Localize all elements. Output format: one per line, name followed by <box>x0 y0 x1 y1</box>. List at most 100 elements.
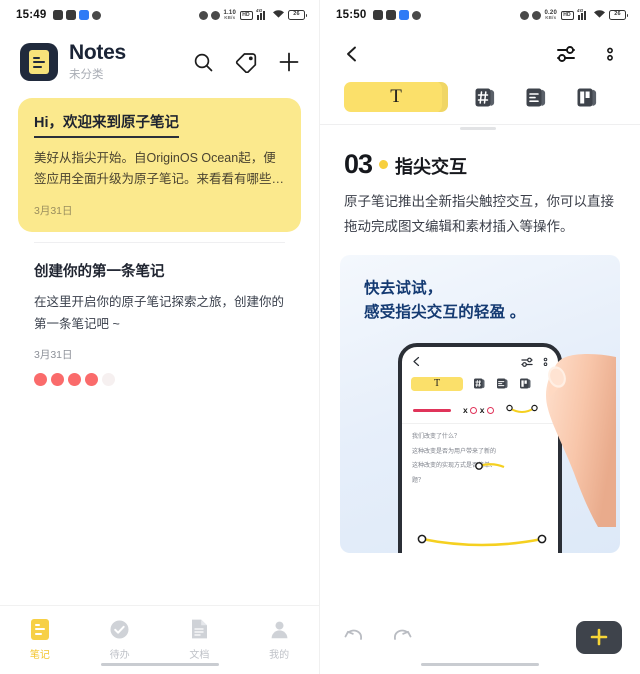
mockup-format-bar: T <box>402 373 558 397</box>
note-card-welcome[interactable]: Hi，欢迎来到原子笔记 美好从指尖开始。自OriginOS Ocean起，便签应… <box>18 98 301 232</box>
note-body: 在这里开启你的原子笔记探索之旅，创建你的第一条笔记吧 ~ <box>34 295 285 331</box>
dot-icon <box>92 10 102 20</box>
section-number: 03 <box>344 149 373 179</box>
add-content-button[interactable] <box>576 620 622 654</box>
page-title: Notes <box>69 41 126 64</box>
status-system-icons: 1.10 KB/s HD 4G 26 <box>198 8 307 22</box>
check-circle-icon <box>109 617 131 641</box>
list-format-button[interactable] <box>523 83 550 111</box>
calendar-icon <box>79 10 90 20</box>
signal-4g-icon: 4G <box>256 8 268 20</box>
tab-label: 文档 <box>189 650 210 661</box>
mail-icon <box>386 10 397 20</box>
toolbar-divider <box>320 124 640 133</box>
mockup-underline-style <box>413 408 451 413</box>
note-body: 美好从指尖开始。自OriginOS Ocean起，便签应用全面升级为原子笔记。来… <box>34 150 285 187</box>
alarm-icon <box>519 10 529 20</box>
person-icon <box>268 617 290 641</box>
note-title: Hi，欢迎来到原子笔记 <box>34 114 179 138</box>
note-date: 3月31日 <box>34 349 73 362</box>
undo-icon[interactable] <box>342 625 366 649</box>
bullet-dot-icon <box>379 160 389 169</box>
text-format-button[interactable]: T <box>344 82 448 112</box>
hashtag-format-button[interactable] <box>472 83 499 111</box>
battery-icon: 26 <box>288 10 307 20</box>
section-title: 指尖交互 <box>395 157 468 177</box>
headline-line-1: 快去试试， <box>364 279 443 297</box>
illustration-headline: 快去试试， 感受指尖交互的轻盈 。 <box>364 277 526 325</box>
more-vertical-icon[interactable] <box>598 42 622 66</box>
plus-icon[interactable] <box>277 50 301 74</box>
status-bar-left: 15:49 1.10 KB/s HD 4G 26 <box>0 0 319 30</box>
tab-notes[interactable]: 笔记 <box>0 617 80 661</box>
notes-list: Hi，欢迎来到原子笔记 美好从指尖开始。自OriginOS Ocean起，便签应… <box>0 92 319 400</box>
mockup-sliders-icon <box>521 357 533 367</box>
document-icon <box>188 617 210 641</box>
mockup-text-line: 我们改变了什么？ <box>412 433 461 440</box>
status-system-icons: 0.20 KB/s HD 4G 26 <box>519 8 628 22</box>
mockup-more-icon <box>543 357 548 366</box>
mockup-style-tools: xx <box>402 397 558 424</box>
mockup-actions <box>520 356 548 368</box>
home-indicator <box>100 662 219 666</box>
mockup-marks-style: xx <box>463 405 494 415</box>
notes-list-screen: 15:49 1.10 KB/s HD 4G 26 Notes 未分类 Hi，欢迎… <box>0 0 320 674</box>
redo-icon[interactable] <box>390 625 414 649</box>
tab-profile[interactable]: 我的 <box>239 617 319 661</box>
document-content: 03 指尖交互 原子笔记推出全新指尖触控交互，你可以直接拖动完成图文编辑和素材插… <box>320 133 640 240</box>
status-bar-right: 15:50 0.20 KB/s HD 4G 26 <box>320 0 640 30</box>
mockup-layout-icon <box>518 377 532 391</box>
section-paragraph: 原子笔记推出全新指尖触控交互，你可以直接拖动完成图文编辑和素材插入等操作。 <box>344 194 614 234</box>
section-heading: 03 指尖交互 <box>344 149 616 180</box>
mockup-back-icon <box>413 357 420 367</box>
editor-header <box>320 30 640 72</box>
mockup-text-lines: 我们改变了什么？ 这种改变是否为用户带来了新的 这种改变的实现方式是否简单、 题… <box>402 424 558 488</box>
mute-icon <box>532 10 542 20</box>
mockup-drag-handle-bottom <box>417 534 547 547</box>
status-time: 15:50 <box>336 9 367 21</box>
tab-label: 我的 <box>269 650 290 661</box>
hd-icon: HD <box>239 10 253 20</box>
app-icon-badge <box>53 10 64 20</box>
scroll-indicator[interactable] <box>460 127 496 130</box>
tab-documents[interactable]: 文档 <box>160 617 240 661</box>
hd-icon: HD <box>560 10 574 20</box>
mockup-text-line: 题？ <box>412 478 425 484</box>
layout-format-button[interactable] <box>574 83 601 111</box>
mockup-drag-handle-top <box>475 462 505 470</box>
tag-icon[interactable] <box>234 50 258 74</box>
notes-app-icon <box>20 43 58 82</box>
sliders-icon[interactable] <box>554 42 578 66</box>
app-icon-badge <box>373 10 384 20</box>
dual-screenshot-container: 15:49 1.10 KB/s HD 4G 26 Notes 未分类 Hi，欢迎… <box>0 0 640 674</box>
signal-4g-icon: 4G <box>577 8 589 20</box>
bottom-tab-bar: 笔记 待办 文档 我的 <box>0 605 319 674</box>
editor-actions <box>554 42 622 66</box>
tab-todo[interactable]: 待办 <box>80 617 160 661</box>
format-toolbar: T <box>320 72 640 124</box>
mockup-text-line: 这种改变是否为用户带来了新的 <box>412 448 497 455</box>
mockup-curve-style <box>506 404 538 413</box>
back-chevron-icon[interactable] <box>340 42 364 66</box>
mockup-header <box>402 347 558 373</box>
mute-icon <box>211 10 221 20</box>
mockup-text-button: T <box>411 376 463 391</box>
mockup-hashtag-icon <box>472 377 486 391</box>
illustration-card[interactable]: 快去试试， 感受指尖交互的轻盈 。 T x x 我们改变了什么？ 这种改变是否为… <box>340 254 620 553</box>
headline-line-2: 感受指尖交互的轻盈 。 <box>364 303 526 321</box>
history-controls <box>342 625 414 649</box>
note-editor-screen: 15:50 0.20 KB/s HD 4G 26 T 03 指尖交互 原子笔记推… <box>320 0 640 674</box>
category-label: 未分类 <box>69 69 104 82</box>
tab-label: 待办 <box>109 650 130 661</box>
editor-footer <box>320 610 640 674</box>
note-divider <box>34 241 285 243</box>
note-card-first[interactable]: 创建你的第一条笔记 在这里开启你的原子笔记探索之旅，创建你的第一条笔记吧 ~ 3… <box>18 247 301 401</box>
wifi-icon <box>593 9 606 22</box>
search-icon[interactable] <box>191 50 215 74</box>
plus-icon <box>590 628 608 646</box>
note-icon <box>29 617 51 641</box>
battery-icon: 26 <box>609 10 628 20</box>
mockup-list-icon <box>495 377 509 391</box>
wifi-icon <box>272 9 285 22</box>
app-header: Notes 未分类 <box>0 30 319 92</box>
